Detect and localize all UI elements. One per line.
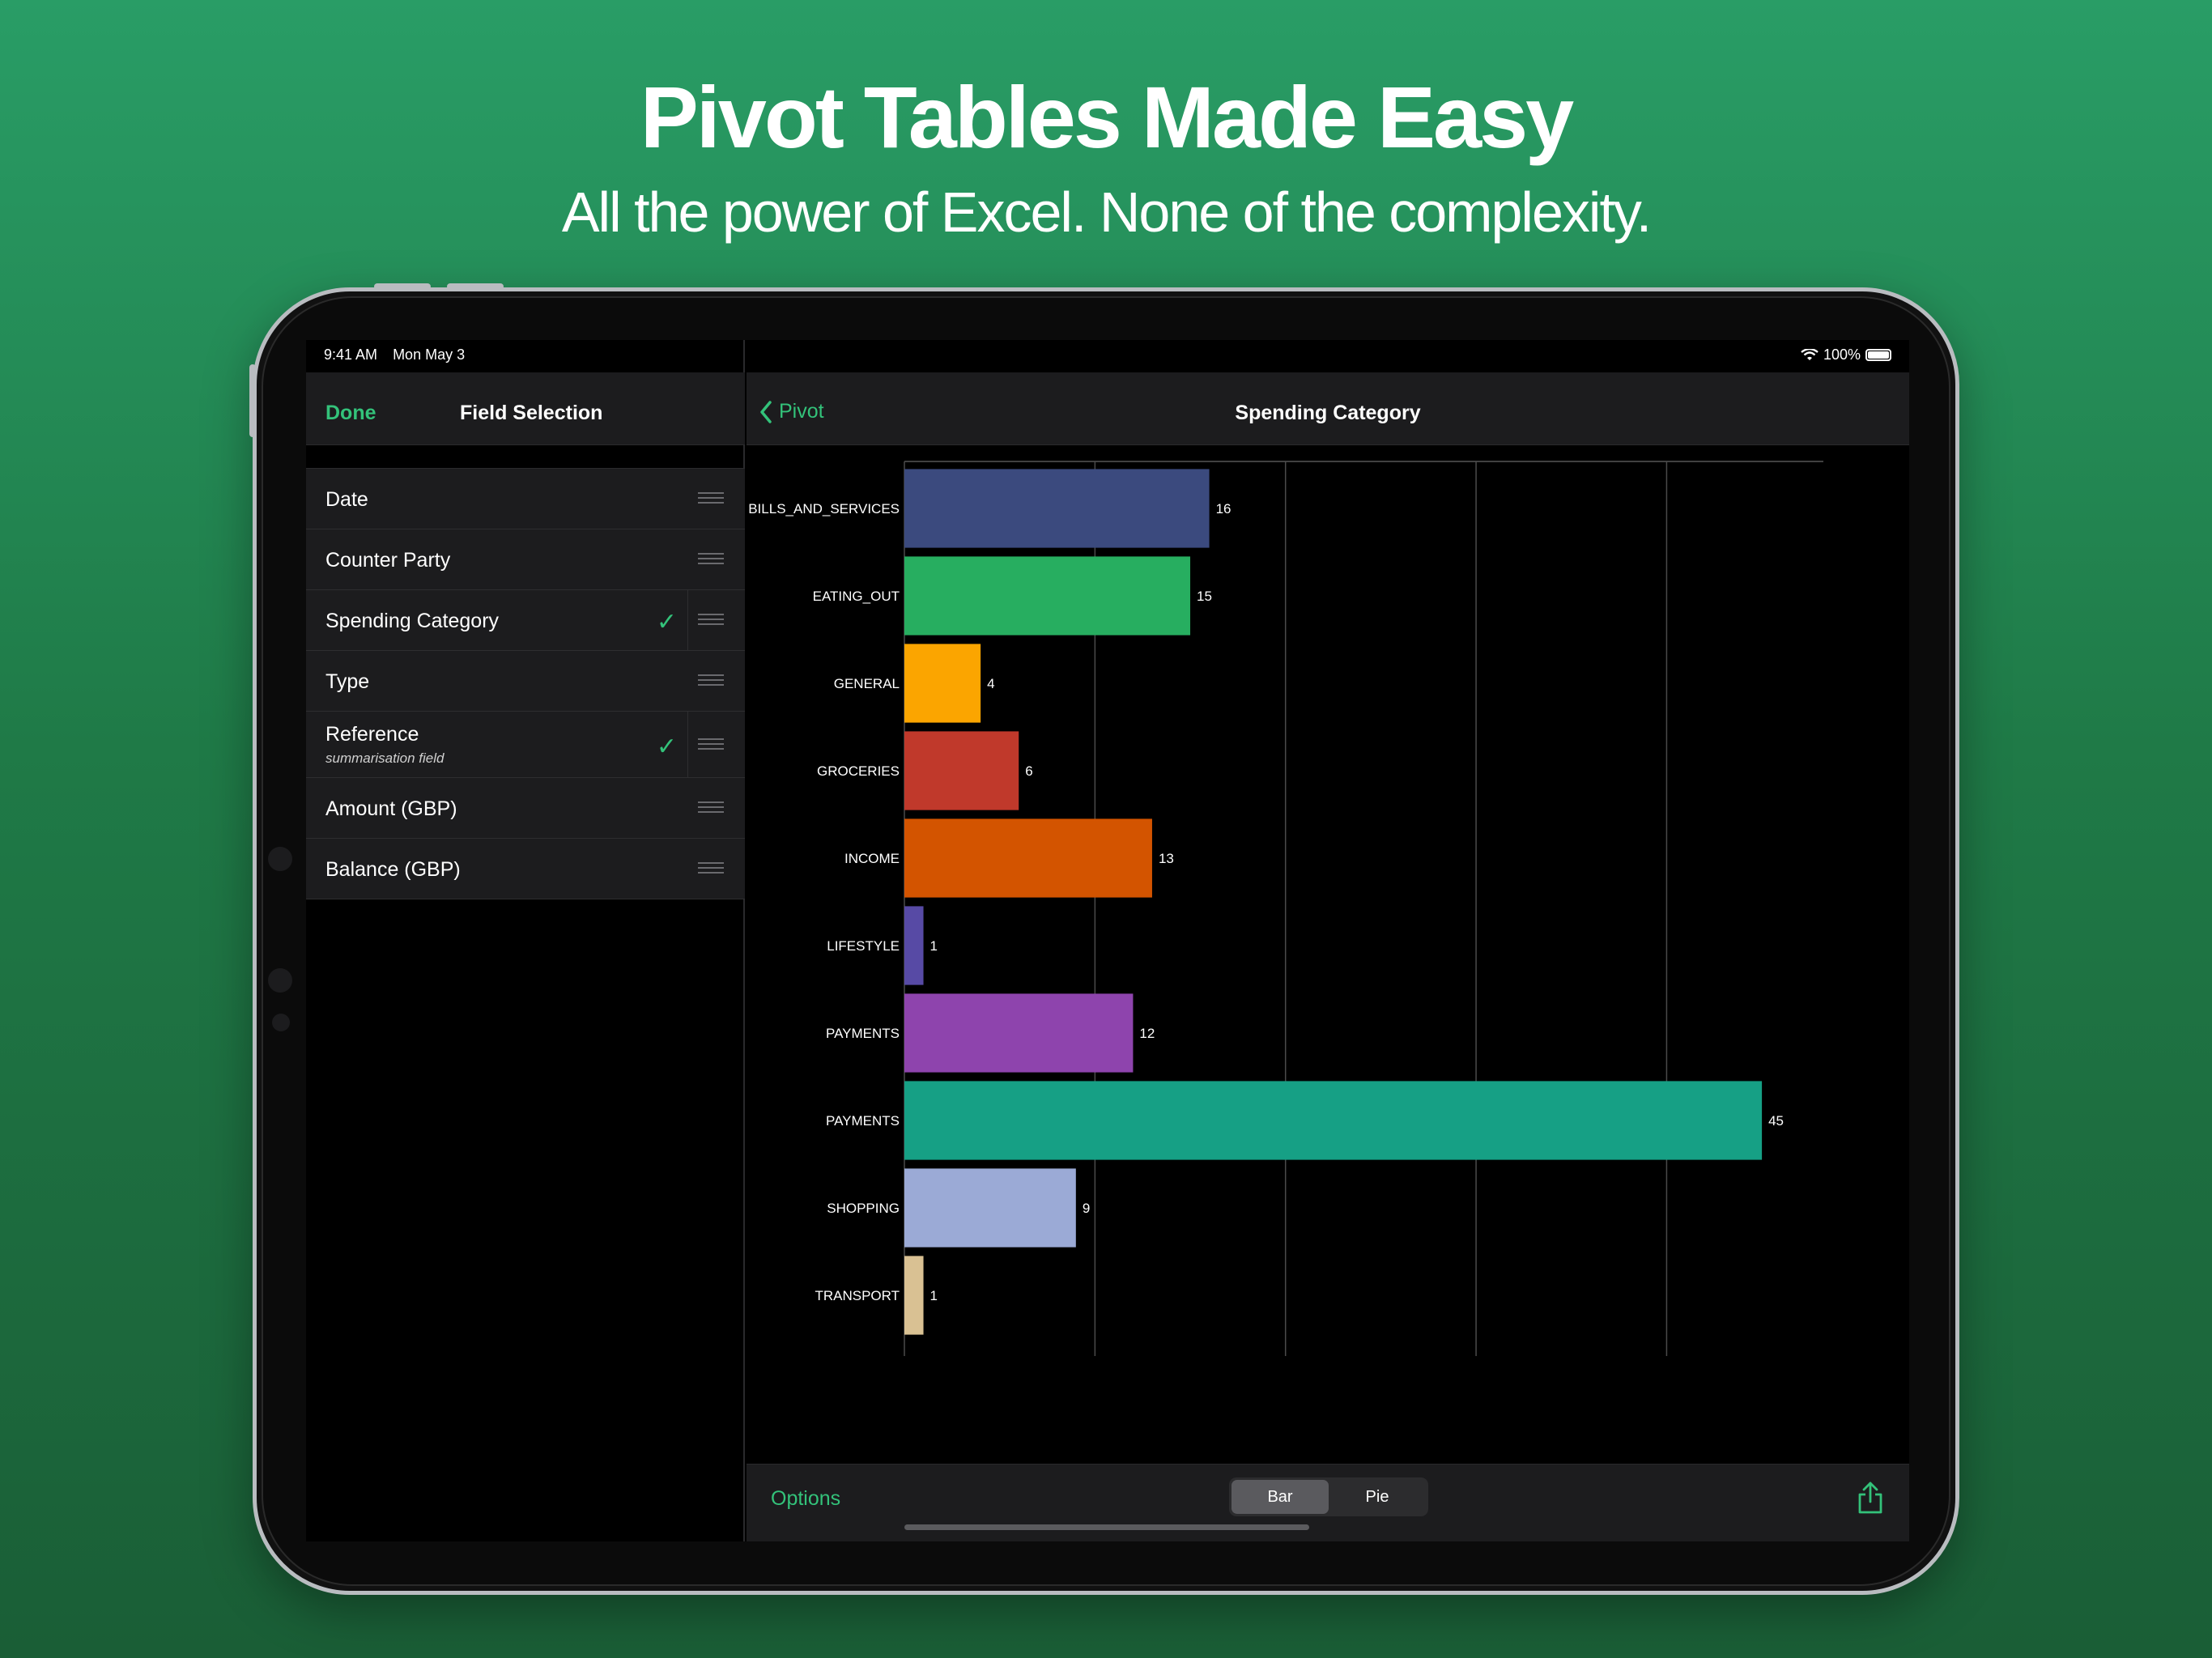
field-label: Spending Category [325,610,500,632]
category-label: PAYMENTS [826,1026,900,1041]
chart-title: Spending Category [1235,402,1421,424]
power-button [249,364,256,437]
chart-bar[interactable] [904,731,1019,810]
field-label: Type [325,670,370,693]
field-row-amount[interactable]: Amount (GBP) [306,778,745,839]
field-row-date[interactable]: Date [306,469,745,529]
drag-handle-icon[interactable] [698,738,724,751]
battery-icon [1865,349,1891,361]
battery-percent: 100% [1823,346,1861,363]
field-row-balance[interactable]: Balance (GBP) [306,839,745,899]
category-label: GENERAL [834,676,900,691]
camera-dot [272,1014,290,1031]
value-label: 13 [1159,851,1174,866]
camera-dot [268,968,292,993]
chart-panel: Pivot Spending Category 100% BILLS_AND_S… [747,340,1909,1541]
category-label: PAYMENTS [826,1113,900,1129]
chart-bar[interactable] [904,1256,924,1335]
ipad-screen: Done Field Selection 9:41 AM Mon May 3 D… [306,340,1909,1541]
volume-button [374,283,431,290]
wifi-icon [1801,348,1819,360]
chart-type-segmented-control: Bar Pie [1229,1477,1428,1516]
bar-chart: BILLS_AND_SERVICES 16EATING_OUT 15GENERAL 4… [748,461,1823,1356]
field-label: Reference [325,723,419,746]
share-icon[interactable] [1856,1481,1885,1515]
category-label: SHOPPING [827,1201,900,1216]
field-label: Counter Party [325,549,451,572]
segment-pie[interactable]: Pie [1329,1480,1426,1514]
drag-handle-icon[interactable] [698,801,724,814]
field-row-reference[interactable]: Reference summarisation field ✓ [306,712,745,778]
value-label: 15 [1197,589,1212,604]
field-label: Amount (GBP) [325,797,457,820]
drag-handle-icon[interactable] [698,674,724,687]
camera-dot [268,847,292,871]
field-row-spending-category[interactable]: Spending Category ✓ [306,590,745,651]
category-label: GROCERIES [817,763,900,779]
field-label: Balance (GBP) [325,858,461,881]
category-label: TRANSPORT [815,1288,900,1303]
field-selection-nav-bar: Done Field Selection [306,372,745,445]
checkmark-icon: ✓ [656,609,677,636]
hero-subtitle: All the power of Excel. None of the comp… [561,181,1652,244]
field-list: Date Counter Party Spending Category ✓ T… [306,468,745,899]
value-label: 45 [1768,1113,1784,1129]
chart-bar[interactable] [904,469,1210,548]
chart-bar[interactable] [904,818,1152,898]
status-bar-left: 9:41 AM Mon May 3 [324,346,476,363]
value-label: 12 [1139,1026,1155,1041]
chart-bar[interactable] [904,644,981,723]
chart-bar[interactable] [904,906,924,985]
drag-handle-icon[interactable] [698,614,724,627]
status-bar-right: 100% [1801,346,1891,363]
field-label: Date [325,488,368,511]
chart-nav-bar: Pivot Spending Category [747,372,1909,445]
value-label: 9 [1083,1201,1090,1216]
checkmark-icon: ✓ [656,733,677,760]
category-label: LIFESTYLE [827,938,900,954]
home-indicator [904,1524,1309,1530]
category-label: BILLS_AND_SERVICES [748,501,900,517]
status-date: Mon May 3 [393,346,466,363]
drag-handle-icon[interactable] [698,553,724,566]
field-selection-panel: Done Field Selection 9:41 AM Mon May 3 D… [306,340,745,1541]
chart-bar[interactable] [904,556,1191,636]
category-label: EATING_OUT [813,589,900,604]
value-label: 1 [930,938,938,954]
done-button[interactable]: Done [325,402,376,425]
hero-title: Pivot Tables Made Easy [640,68,1574,166]
category-label: INCOME [844,851,900,866]
chart-bar[interactable] [904,1168,1076,1248]
field-row-type[interactable]: Type [306,651,745,712]
drag-handle-icon[interactable] [698,492,724,505]
drag-handle-icon[interactable] [698,862,724,875]
volume-button [447,283,504,290]
field-row-counter-party[interactable]: Counter Party [306,529,745,590]
segment-bar[interactable]: Bar [1231,1480,1329,1514]
status-time: 9:41 AM [324,346,378,363]
chart-bar[interactable] [904,1081,1763,1160]
value-label: 4 [987,676,994,691]
chart-bar[interactable] [904,993,1134,1073]
options-button[interactable]: Options [771,1487,840,1511]
value-label: 1 [930,1288,938,1303]
value-label: 6 [1025,763,1032,779]
value-label: 16 [1216,501,1231,517]
field-sublabel: summarisation field [325,750,445,766]
field-selection-title: Field Selection [460,402,603,424]
